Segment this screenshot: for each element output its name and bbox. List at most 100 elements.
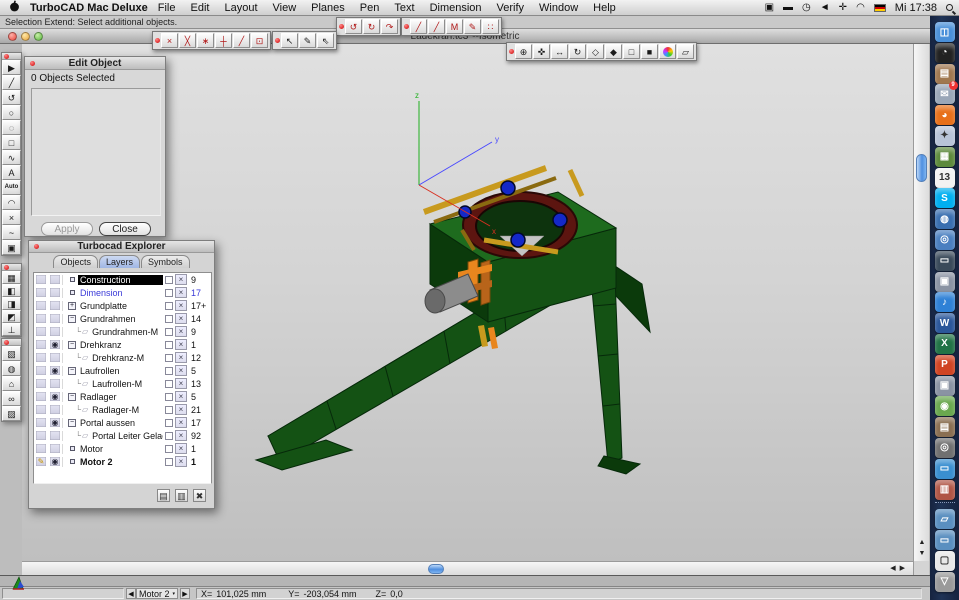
- snap-nearest-button[interactable]: ∗: [197, 33, 214, 48]
- dock-excel[interactable]: X: [935, 334, 955, 354]
- layer-checkbox[interactable]: [165, 302, 173, 310]
- vertical-scrollbar[interactable]: ▲▼: [913, 44, 929, 561]
- delete-layer-button[interactable]: ✖: [193, 489, 206, 502]
- layer-name[interactable]: Portal Leiter Gelaender: [90, 431, 163, 441]
- dock-ical[interactable]: 13: [935, 168, 955, 188]
- layer-checkbox[interactable]: [165, 380, 173, 388]
- layer-name[interactable]: Portal aussen: [78, 418, 137, 428]
- snap-vertex-button[interactable]: ×: [161, 33, 178, 48]
- layer-row[interactable]: └▱Radlager-M×21: [34, 403, 211, 416]
- palette-title-bar[interactable]: Turbocad Explorer: [29, 241, 214, 253]
- close-toolbar-button[interactable]: [404, 24, 409, 29]
- dock-installer-box[interactable]: ▥: [935, 480, 955, 500]
- layer-row[interactable]: ◉−Radlager×5: [34, 390, 211, 403]
- layer-x-toggle[interactable]: ×: [175, 365, 187, 376]
- rotate-by-angle-button[interactable]: ↷: [381, 19, 398, 34]
- close-toolbar-button[interactable]: [339, 24, 344, 29]
- app-menu-title[interactable]: TurboCAD Mac Deluxe: [30, 2, 148, 14]
- mesh-tool-button[interactable]: ▦: [2, 271, 21, 284]
- tab-symbols[interactable]: Symbols: [141, 255, 190, 268]
- layer-checkbox[interactable]: [165, 341, 173, 349]
- dock-photo-booth[interactable]: ▣: [935, 272, 955, 292]
- palette-title-bar[interactable]: Edit Object: [25, 57, 165, 70]
- zoom-extents-button[interactable]: ↔: [551, 44, 568, 59]
- new-layer-button[interactable]: ▤: [157, 489, 170, 502]
- edit-flag-cell[interactable]: [35, 391, 47, 402]
- edit-flag-cell[interactable]: [35, 417, 47, 428]
- horizontal-scroll-arrows[interactable]: ◀▶: [890, 563, 909, 575]
- layer-name[interactable]: Grundrahmen-M: [90, 327, 160, 337]
- layer-checkbox[interactable]: [165, 354, 173, 362]
- close-toolbar-button[interactable]: [509, 49, 514, 54]
- layer-x-toggle[interactable]: ×: [175, 443, 187, 454]
- close-palette-button[interactable]: [4, 54, 9, 59]
- sphere-solid-tool-button[interactable]: ◍: [2, 361, 21, 376]
- curve-tool-button[interactable]: ∿: [2, 150, 21, 165]
- select-arrow-button[interactable]: ↖: [281, 33, 298, 48]
- pen-pick-button[interactable]: ✎: [299, 33, 316, 48]
- edit-flag-cell[interactable]: [35, 300, 47, 311]
- layer-x-toggle[interactable]: ×: [175, 300, 187, 311]
- window-resize-grip[interactable]: [913, 561, 929, 575]
- torus-solid-tool-button[interactable]: ∞: [2, 391, 21, 406]
- text-tool-button[interactable]: A: [2, 165, 21, 180]
- dock-finder[interactable]: ◫: [935, 22, 955, 42]
- layer-x-toggle[interactable]: ×: [175, 352, 187, 363]
- snap-grid-button[interactable]: ⊡: [251, 33, 268, 48]
- orbit-button[interactable]: ↻: [569, 44, 586, 59]
- window-close-button[interactable]: [8, 32, 17, 41]
- close-palette-button[interactable]: [30, 61, 35, 66]
- apply-button[interactable]: Apply: [41, 222, 93, 236]
- menu-help[interactable]: Help: [593, 2, 616, 14]
- open-arrow-button[interactable]: ⇖: [317, 33, 334, 48]
- layer-x-toggle[interactable]: ×: [175, 430, 187, 441]
- visibility-cell[interactable]: [49, 326, 61, 337]
- expander-icon[interactable]: −: [68, 419, 76, 427]
- layer-row[interactable]: Motor×1: [34, 442, 211, 455]
- close-button[interactable]: Close: [99, 222, 151, 236]
- layer-name[interactable]: Drehkranz-M: [90, 353, 146, 363]
- edit-flag-cell[interactable]: [35, 326, 47, 337]
- delete-tool-button[interactable]: ×: [2, 210, 21, 225]
- keyboard-viewer-icon[interactable]: ✛: [839, 0, 847, 16]
- close-toolbar-button[interactable]: [275, 38, 280, 43]
- layer-row[interactable]: ◉−Laufrollen×5: [34, 364, 211, 377]
- expander-icon[interactable]: +: [68, 302, 76, 310]
- tab-objects[interactable]: Objects: [53, 255, 98, 268]
- layer-next-button[interactable]: ▶: [180, 588, 190, 599]
- visibility-cell[interactable]: [49, 378, 61, 389]
- layer-name[interactable]: Motor 2: [78, 457, 115, 467]
- time-machine-icon[interactable]: ▣: [765, 0, 774, 16]
- visibility-cell[interactable]: [49, 274, 61, 285]
- layer-row[interactable]: Dimension×17: [34, 286, 211, 299]
- dock-documents-stack[interactable]: ▱: [935, 509, 955, 529]
- visibility-cell[interactable]: [49, 313, 61, 324]
- window-minimize-button[interactable]: [21, 32, 30, 41]
- layer-checkbox[interactable]: [165, 393, 173, 401]
- menu-layout[interactable]: Layout: [224, 2, 257, 14]
- layer-x-toggle[interactable]: ×: [175, 313, 187, 324]
- dock-trash[interactable]: ▽: [935, 572, 955, 592]
- close-palette-button[interactable]: [4, 340, 9, 345]
- dock-word[interactable]: W: [935, 313, 955, 333]
- layer-checkbox[interactable]: [165, 432, 173, 440]
- layer-x-toggle[interactable]: ×: [175, 456, 187, 467]
- polyline-button[interactable]: ╱: [428, 19, 445, 34]
- layer-row[interactable]: +Grundplatte×17+: [34, 299, 211, 312]
- layer-prev-button[interactable]: ◀: [126, 588, 136, 599]
- visibility-cell[interactable]: [49, 443, 61, 454]
- hammer-tool-button[interactable]: ⊥: [2, 323, 21, 336]
- clock-icon[interactable]: ◷: [802, 0, 811, 16]
- render-sphere-button[interactable]: [659, 44, 676, 59]
- visibility-cell[interactable]: ◉: [49, 456, 61, 467]
- layer-checkbox[interactable]: [165, 406, 173, 414]
- layer-checkbox[interactable]: [165, 276, 173, 284]
- dock-firefox[interactable]: ◕: [935, 105, 955, 125]
- expander-icon[interactable]: −: [68, 341, 76, 349]
- rectangle-tool-button[interactable]: □: [2, 135, 21, 150]
- layer-checkbox[interactable]: [165, 289, 173, 297]
- wedge-solid-tool-button[interactable]: ⌂: [2, 376, 21, 391]
- visibility-cell[interactable]: ◉: [49, 365, 61, 376]
- edit-flag-cell[interactable]: [35, 443, 47, 454]
- menu-dimension[interactable]: Dimension: [430, 2, 482, 14]
